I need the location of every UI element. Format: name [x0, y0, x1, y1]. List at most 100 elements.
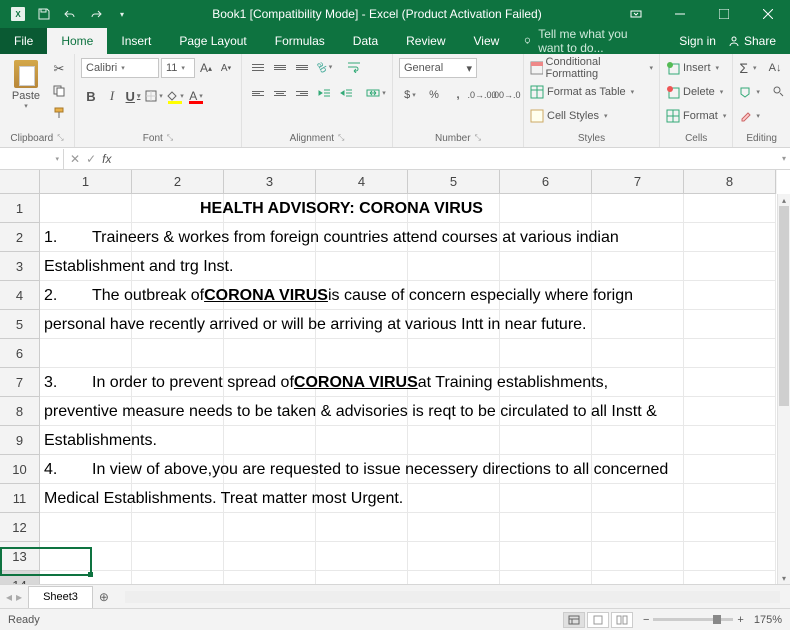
cell[interactable] [132, 339, 224, 368]
cell[interactable] [592, 513, 684, 542]
cell[interactable] [132, 310, 224, 339]
clipboard-launcher-icon[interactable]: ⤡ [57, 133, 63, 144]
cell[interactable] [224, 310, 316, 339]
decrease-decimal-icon[interactable]: .00→.0 [495, 86, 517, 104]
increase-indent-icon[interactable] [336, 84, 356, 102]
cell[interactable] [40, 339, 132, 368]
vertical-scrollbar[interactable]: ▴ ▾ [777, 194, 790, 584]
cell[interactable] [40, 281, 132, 310]
cell[interactable] [224, 484, 316, 513]
cell[interactable] [684, 368, 776, 397]
cell[interactable] [132, 281, 224, 310]
cell[interactable] [408, 252, 500, 281]
cell[interactable] [592, 194, 684, 223]
increase-decimal-icon[interactable]: .0→.00 [471, 86, 493, 104]
cell[interactable] [500, 310, 592, 339]
accounting-format-icon[interactable]: $▾ [399, 86, 421, 104]
cell[interactable] [132, 252, 224, 281]
cell[interactable] [684, 455, 776, 484]
normal-view-icon[interactable] [563, 612, 585, 628]
align-center-icon[interactable] [270, 84, 290, 102]
page-layout-view-icon[interactable] [587, 612, 609, 628]
maximize-button[interactable] [702, 0, 746, 28]
cell[interactable] [500, 426, 592, 455]
cell[interactable] [592, 484, 684, 513]
cell[interactable] [224, 426, 316, 455]
decrease-indent-icon[interactable] [314, 84, 334, 102]
cell[interactable] [592, 281, 684, 310]
column-header[interactable]: 1 [40, 170, 132, 194]
cell[interactable] [592, 339, 684, 368]
cell[interactable] [40, 397, 132, 426]
qat-customize-icon[interactable]: ▾ [110, 2, 134, 26]
cell[interactable] [316, 310, 408, 339]
cell[interactable] [40, 194, 132, 223]
cell[interactable] [132, 571, 224, 584]
number-launcher-icon[interactable]: ⤡ [475, 133, 481, 144]
cell[interactable] [224, 455, 316, 484]
column-header[interactable]: 4 [316, 170, 408, 194]
ribbon-options-icon[interactable] [614, 0, 658, 28]
cell[interactable] [408, 339, 500, 368]
row-header[interactable]: 10 [0, 455, 40, 484]
cell[interactable] [684, 513, 776, 542]
bold-button[interactable]: B [81, 86, 101, 106]
minimize-button[interactable] [658, 0, 702, 28]
cell[interactable] [224, 252, 316, 281]
cell[interactable] [40, 484, 132, 513]
column-header[interactable]: 8 [684, 170, 776, 194]
align-right-icon[interactable] [292, 84, 312, 102]
fx-icon[interactable]: fx [102, 152, 111, 166]
cell[interactable] [40, 571, 132, 584]
cell[interactable] [500, 281, 592, 310]
scroll-down-icon[interactable]: ▾ [778, 572, 790, 584]
zoom-out-icon[interactable]: − [643, 614, 649, 626]
scroll-up-icon[interactable]: ▴ [778, 194, 790, 206]
cell[interactable] [40, 426, 132, 455]
cell-styles-button[interactable]: Cell Styles▾ [530, 106, 607, 126]
align-top-icon[interactable] [248, 58, 268, 76]
sheet-nav[interactable]: ◂▸ [0, 590, 28, 604]
alignment-launcher-icon[interactable]: ⤡ [338, 133, 344, 144]
qat-undo-icon[interactable] [58, 2, 82, 26]
row-header[interactable]: 7 [0, 368, 40, 397]
name-box[interactable]: ▾ [0, 149, 64, 169]
insert-cells-button[interactable]: Insert▾ [666, 58, 719, 78]
tab-review[interactable]: Review [392, 28, 459, 54]
cell[interactable] [132, 223, 224, 252]
cell[interactable] [684, 426, 776, 455]
cell[interactable] [500, 252, 592, 281]
cancel-formula-icon[interactable]: ✕ [70, 152, 80, 166]
cell[interactable] [408, 368, 500, 397]
cell[interactable] [40, 368, 132, 397]
cell[interactable] [132, 455, 224, 484]
cell[interactable] [408, 310, 500, 339]
cell[interactable] [500, 397, 592, 426]
fill-color-icon[interactable]: ▾ [165, 86, 185, 106]
tab-home[interactable]: Home [47, 28, 107, 54]
cell[interactable] [592, 223, 684, 252]
cell[interactable] [408, 484, 500, 513]
cell[interactable] [132, 368, 224, 397]
spreadsheet-grid[interactable]: 12345678 12345678910111213141516 HEALTH … [0, 170, 790, 584]
tab-insert[interactable]: Insert [107, 28, 165, 54]
row-header[interactable]: 4 [0, 281, 40, 310]
font-size-combo[interactable]: 11▾ [161, 58, 195, 78]
scroll-thumb[interactable] [779, 206, 789, 406]
row-header[interactable]: 12 [0, 513, 40, 542]
cell[interactable] [592, 252, 684, 281]
row-header[interactable]: 13 [0, 542, 40, 571]
cell[interactable] [592, 397, 684, 426]
page-break-view-icon[interactable] [611, 612, 633, 628]
cell[interactable] [40, 513, 132, 542]
row-header[interactable]: 2 [0, 223, 40, 252]
cell[interactable] [592, 571, 684, 584]
number-format-combo[interactable]: General▾ [399, 58, 477, 78]
cell[interactable] [224, 194, 316, 223]
column-header[interactable]: 6 [500, 170, 592, 194]
tell-me-search[interactable]: Tell me what you want to do... [513, 28, 665, 54]
qat-save-icon[interactable] [32, 2, 56, 26]
align-left-icon[interactable] [248, 84, 268, 102]
cell[interactable] [316, 339, 408, 368]
cell[interactable] [132, 542, 224, 571]
